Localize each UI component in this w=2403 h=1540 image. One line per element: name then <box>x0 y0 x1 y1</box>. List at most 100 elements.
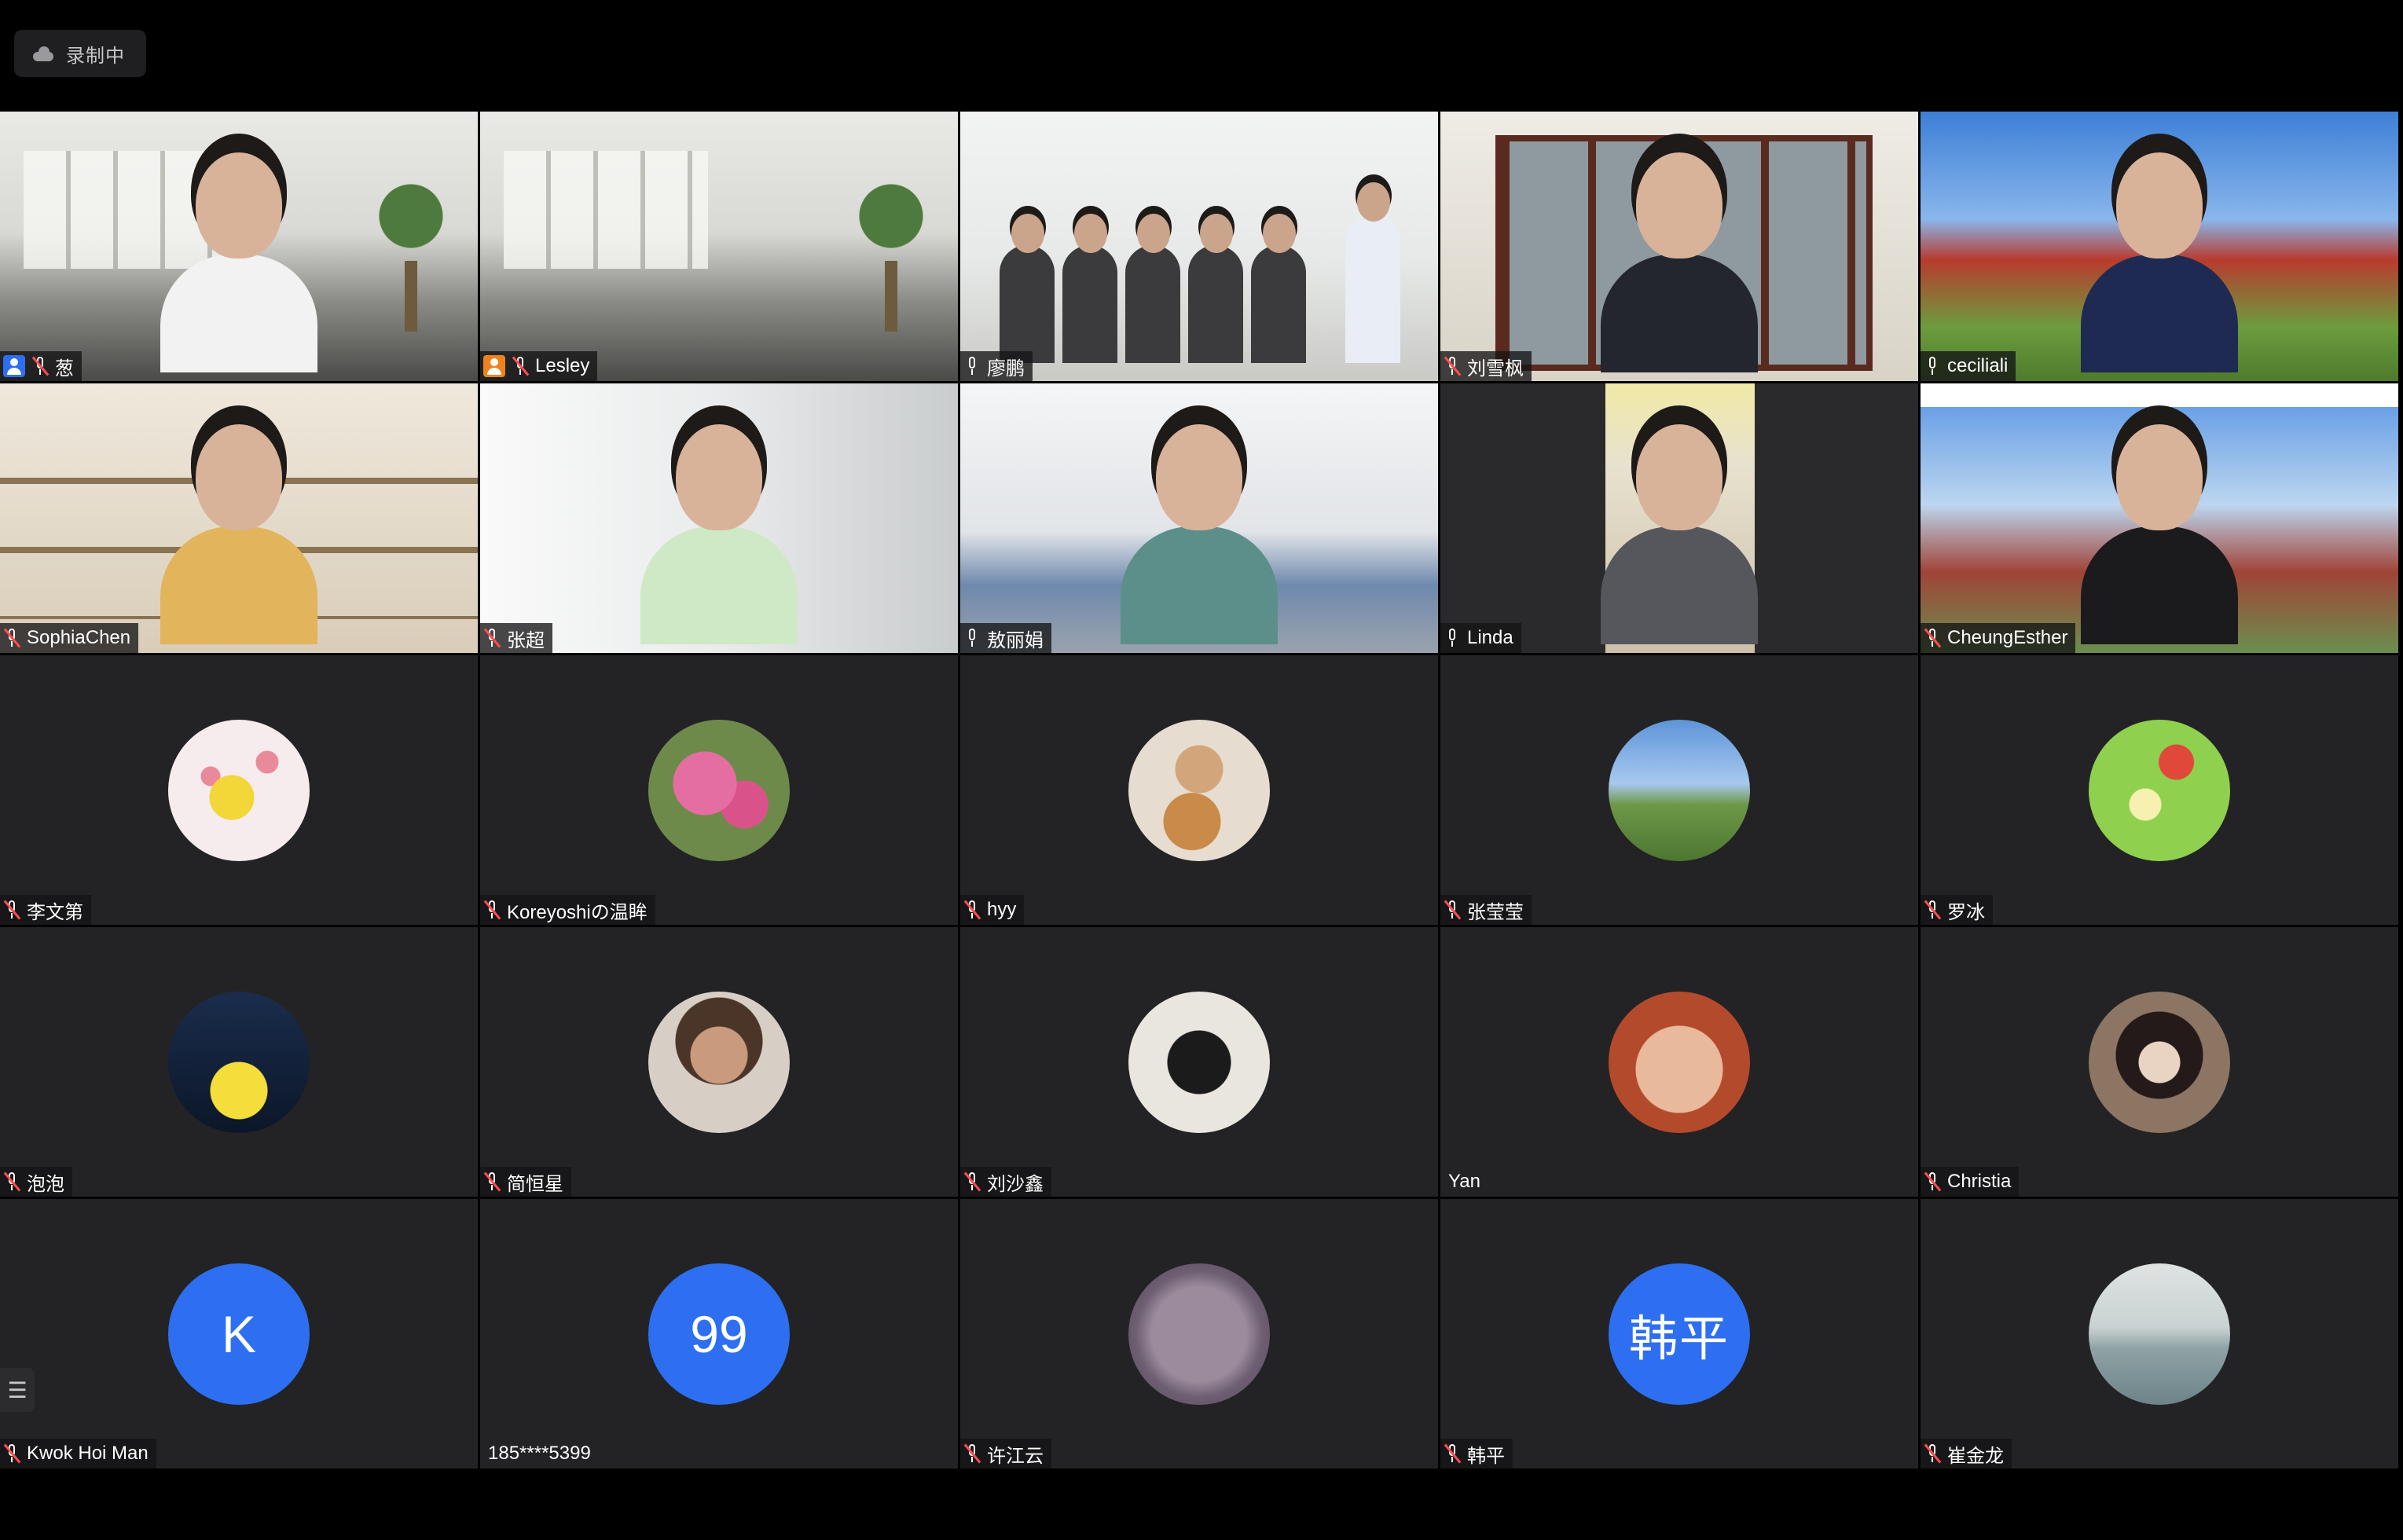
mute-slash <box>3 900 21 920</box>
participant-name: Yan <box>1448 1171 1480 1192</box>
mute-slash <box>963 1172 981 1192</box>
person-head <box>1636 424 1722 531</box>
purple-fur-avatar <box>1128 1263 1270 1405</box>
participant-name-tag: 敖丽娟 <box>960 623 1051 653</box>
participant-tile[interactable]: Lesley <box>480 112 958 381</box>
participant-tile[interactable]: Christia <box>1921 927 2398 1197</box>
participant-tile[interactable]: 刘雪枫 <box>1440 112 1918 381</box>
participant-name-tag: 刘沙鑫 <box>960 1167 1051 1197</box>
participant-name-tag: 葱 <box>0 351 82 381</box>
mic-muted-icon <box>3 900 21 920</box>
top-bar: 录制中 <box>0 0 2403 110</box>
participant-tile[interactable]: 99 185****5399 <box>480 1199 958 1468</box>
recording-badge[interactable]: 录制中 <box>14 30 146 77</box>
gallery-grid: 葱 Lesley 廖鹏 刘雪枫 ceciliali SophiaChen 张超 敖丽娟 Lind… <box>0 112 2398 1468</box>
video-people-group <box>976 182 1416 363</box>
mute-slash <box>1444 1443 1462 1464</box>
spongebob-hearts-avatar <box>168 719 310 861</box>
participant-name: Linda <box>1467 627 1513 648</box>
mic-muted-icon <box>1924 900 1942 920</box>
side-panel-handle[interactable]: ☰ <box>0 1368 35 1412</box>
participant-name: 泡泡 <box>27 1173 64 1195</box>
participant-tile[interactable]: 许江云 <box>960 1199 1438 1468</box>
mic-muted-icon <box>483 900 501 920</box>
mountain-landscape-avatar <box>1609 719 1750 861</box>
mic-icon <box>963 628 981 648</box>
participant-name-tag: Yan <box>1440 1167 1488 1197</box>
participant-name-tag: 罗冰 <box>1921 895 1993 925</box>
participant-tile[interactable]: 崔金龙 <box>1921 1199 2398 1468</box>
participant-tile[interactable]: Linda <box>1440 383 1918 653</box>
mute-slash <box>483 1172 501 1192</box>
calligraphy-fu-avatar <box>1128 991 1270 1133</box>
participant-name-tag: 许江云 <box>960 1439 1051 1468</box>
mic-muted-icon <box>1924 1443 1942 1464</box>
video-person <box>1062 214 1117 363</box>
participant-name-tag: 张超 <box>480 623 552 653</box>
lake-landscape-avatar <box>2089 1263 2230 1405</box>
video-person <box>640 424 798 645</box>
video-feed <box>480 112 958 381</box>
participant-tile[interactable]: hyy <box>960 655 1438 925</box>
menu-lines-icon: ☰ <box>7 1377 28 1402</box>
mic-muted-icon <box>3 1172 21 1192</box>
video-person <box>1251 214 1306 363</box>
participant-tile[interactable]: 廖鹏 <box>960 112 1438 381</box>
mute-slash <box>3 1443 21 1464</box>
participant-tile[interactable]: CheungEsther <box>1921 383 2398 653</box>
person-body <box>1601 255 1758 373</box>
pink-lily-avatar <box>648 719 790 861</box>
participant-name-tag: Lesley <box>480 351 598 381</box>
person-body <box>1601 526 1758 645</box>
participant-tile[interactable]: 泡泡 <box>0 927 478 1197</box>
participant-tile[interactable]: 李文第 <box>0 655 478 925</box>
participant-tile[interactable]: SophiaChen <box>0 383 478 653</box>
mute-slash <box>483 900 501 920</box>
participant-tile[interactable]: 刘沙鑫 <box>960 927 1438 1197</box>
participant-name-tag: 韩平 <box>1440 1439 1513 1468</box>
participant-name-tag: Koreyoshiの温眸 <box>480 895 655 925</box>
participant-name-tag: 简恒星 <box>480 1167 571 1197</box>
video-person <box>1601 152 1758 373</box>
mic-muted-icon <box>963 1443 981 1464</box>
person-head <box>1156 424 1242 531</box>
person-head <box>2116 424 2203 531</box>
mute-slash <box>1924 1172 1942 1192</box>
person-head <box>1636 152 1722 259</box>
participant-name: 李文第 <box>27 901 83 923</box>
mic-muted-icon <box>512 356 530 376</box>
participant-name: hyy <box>987 899 1017 920</box>
video-person <box>1125 214 1180 363</box>
mic-muted-icon <box>963 900 981 920</box>
host-person-icon <box>483 355 505 377</box>
participant-name-tag: Kwok Hoi Man <box>0 1439 156 1468</box>
mute-slash <box>963 900 981 920</box>
participant-name: 185****5399 <box>488 1443 591 1464</box>
participant-tile[interactable]: Yan <box>1440 927 1918 1197</box>
mic-muted-icon <box>1444 1443 1462 1464</box>
participant-tile[interactable]: 敖丽娟 <box>960 383 1438 653</box>
person-head <box>676 424 762 531</box>
video-person <box>1188 214 1243 363</box>
participant-tile[interactable]: 张莹莹 <box>1440 655 1918 925</box>
mic-icon <box>1444 628 1461 648</box>
participant-name-tag: 崔金龙 <box>1921 1439 2012 1468</box>
participant-tile[interactable]: 简恒星 <box>480 927 958 1197</box>
participant-name-tag: SophiaChen <box>0 623 139 653</box>
mic-muted-icon <box>1924 628 1942 648</box>
person-head <box>196 152 282 259</box>
participant-name: 张超 <box>507 629 545 651</box>
person-body <box>1121 526 1278 645</box>
participant-tile[interactable]: 罗冰 <box>1921 655 2398 925</box>
cloud-icon <box>31 46 55 61</box>
mic-muted-icon <box>3 1443 21 1464</box>
video-person <box>2081 152 2238 373</box>
mute-slash <box>1444 356 1462 376</box>
participant-tile[interactable]: K Kwok Hoi Man <box>0 1199 478 1468</box>
participant-tile[interactable]: ceciliali <box>1921 112 2398 381</box>
participant-tile[interactable]: 张超 <box>480 383 958 653</box>
participant-tile[interactable]: Koreyoshiの温眸 <box>480 655 958 925</box>
participant-tile[interactable]: 韩平 韩平 <box>1440 1199 1918 1468</box>
participant-tile[interactable]: 葱 <box>0 112 478 381</box>
baby-photo-avatar <box>1609 991 1750 1133</box>
